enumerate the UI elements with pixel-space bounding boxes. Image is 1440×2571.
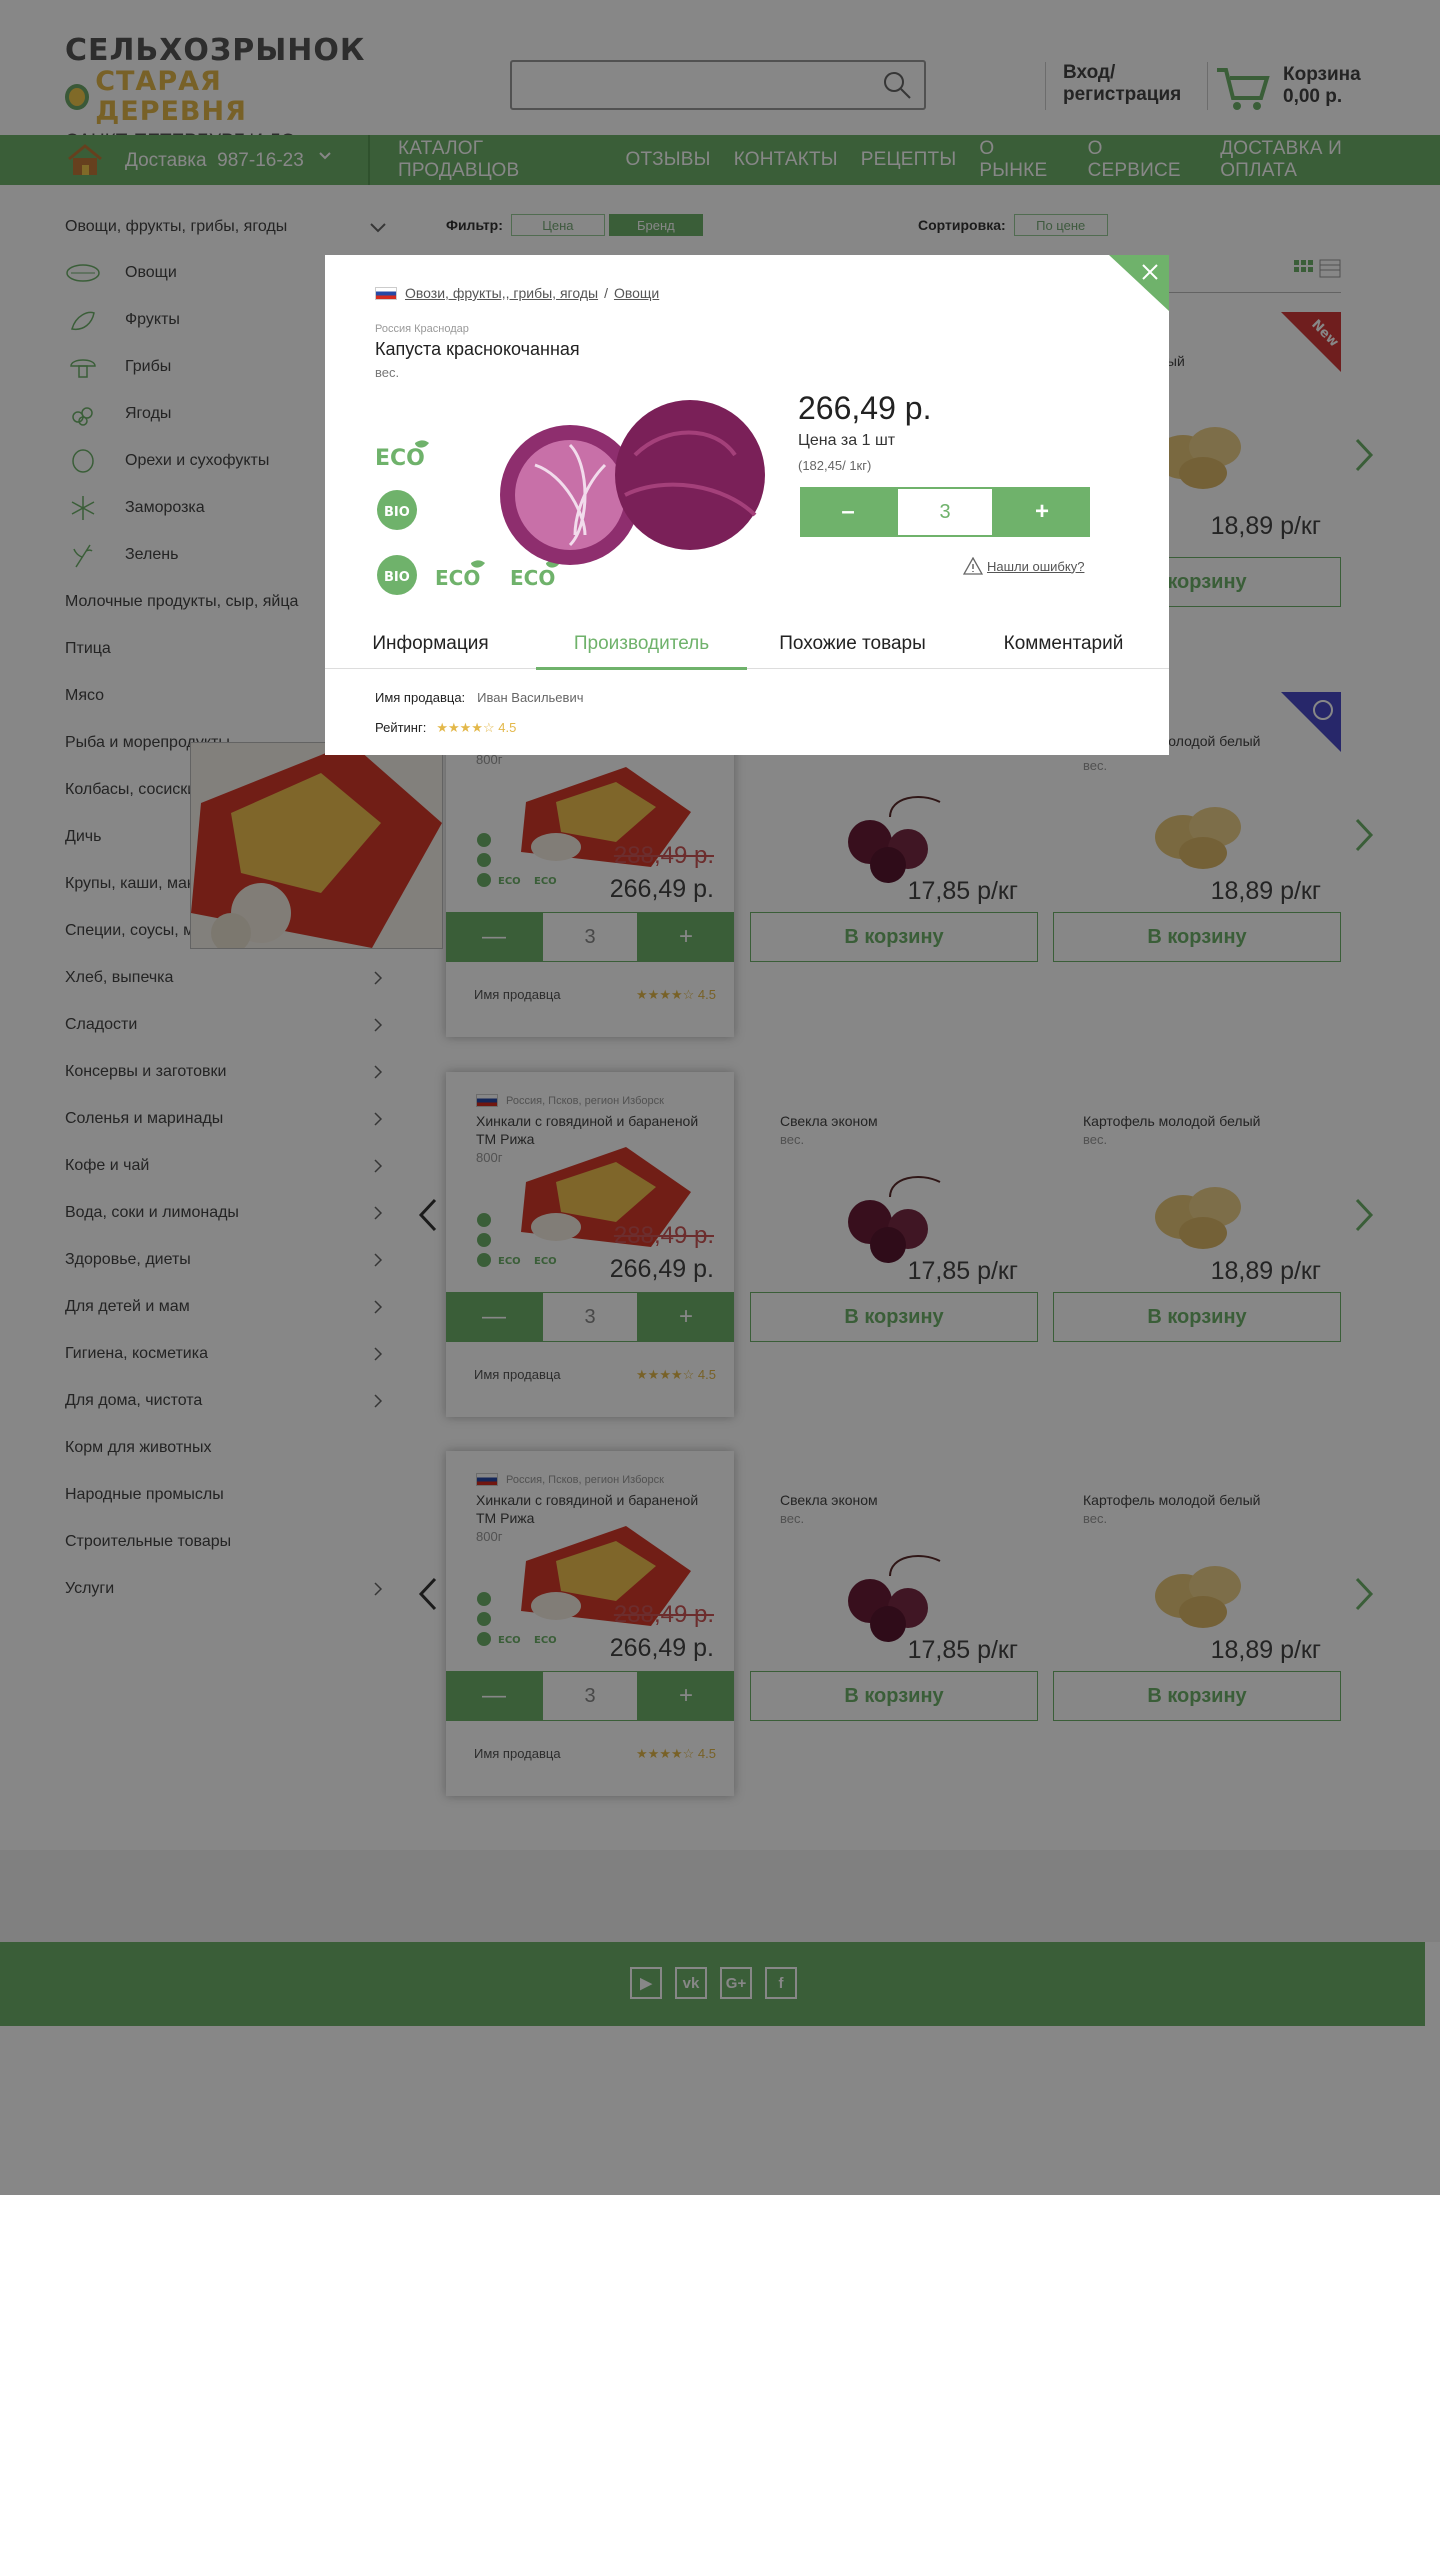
quantity-value[interactable]: 3 <box>896 487 994 537</box>
svg-text:BIO: BIO <box>384 505 410 520</box>
product-price: 266,49 р. <box>798 390 932 426</box>
breadcrumb-category[interactable]: Овози, фрукты,, грибы, ягоды <box>405 285 598 301</box>
warning-icon <box>963 557 983 575</box>
tab-comments[interactable]: Комментарий <box>958 619 1169 669</box>
svg-text:ECO: ECO <box>375 446 425 471</box>
svg-text:ECO: ECO <box>435 566 480 590</box>
seller-label: Имя продавца: <box>375 690 466 705</box>
breadcrumb: Овози, фрукты,, грибы, ягоды / Овощи <box>375 285 665 301</box>
tab-information[interactable]: Информация <box>325 619 536 669</box>
increase-button[interactable]: + <box>994 487 1090 537</box>
product-tabs: Информация Производитель Похожие товары … <box>325 619 1169 670</box>
product-title: Капуста краснокочанная <box>375 339 580 359</box>
red-cabbage-image <box>500 400 765 565</box>
product-quick-view-modal: Овози, фрукты,, грибы, ягоды / Овощи Росс… <box>325 255 1169 755</box>
breadcrumb-subcategory[interactable]: Овощи <box>614 285 659 301</box>
rating-stars: ★★★★☆ 4.5 <box>436 720 517 735</box>
product-origin: Россия Краснодар <box>375 323 469 335</box>
decrease-button[interactable]: – <box>800 487 896 537</box>
producer-info: Имя продавца: Иван Васильевич Рейтинг: ★★★… <box>375 683 583 743</box>
bio-icon: BIO <box>377 555 417 595</box>
report-error-link[interactable]: Нашли ошибку? <box>963 557 1084 575</box>
tab-producer[interactable]: Производитель <box>536 619 747 670</box>
product-unit: вес. <box>375 365 400 380</box>
rating-label: Рейтинг: <box>375 720 427 735</box>
bio-icon: BIO <box>377 490 417 530</box>
price-per-item: Цена за 1 шт <box>798 432 896 449</box>
russia-flag-icon <box>375 286 397 300</box>
price-per-kg: (182,45/ 1кг) <box>798 458 872 473</box>
eco-icon: ECO <box>375 440 429 471</box>
tab-similar[interactable]: Похожие товары <box>747 619 958 669</box>
quantity-stepper: – 3 + <box>800 487 1090 537</box>
svg-text:BIO: BIO <box>384 570 410 585</box>
close-icon[interactable] <box>1109 255 1169 311</box>
seller-name[interactable]: Иван Васильевич <box>477 690 583 705</box>
